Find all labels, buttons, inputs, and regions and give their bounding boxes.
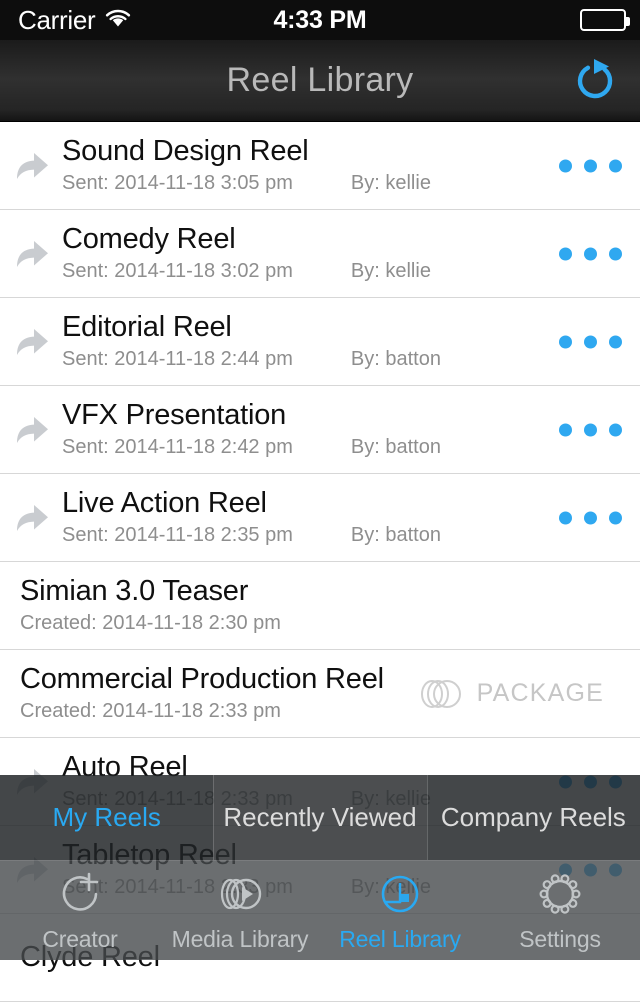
row-timestamp: Created: 2014-11-18 2:30 pm bbox=[20, 611, 281, 634]
status-badge: PACKAGE bbox=[416, 676, 604, 712]
row-meta: Sent: 2014-11-18 2:44 pm By: batton bbox=[62, 348, 632, 371]
row-timestamp: Sent: 2014-11-18 2:35 pm bbox=[62, 523, 293, 546]
refresh-button[interactable] bbox=[566, 52, 624, 110]
row-timestamp: Sent: 2014-11-18 3:05 pm bbox=[62, 171, 293, 194]
reel-circle-icon bbox=[376, 868, 424, 920]
row-author: By: batton bbox=[350, 523, 441, 546]
row-title: Live Action Reel bbox=[62, 487, 267, 520]
segment-label: My Reels bbox=[52, 802, 161, 832]
tab-settings[interactable]: Settings bbox=[480, 868, 640, 953]
row-menu-button[interactable] bbox=[559, 423, 622, 436]
package-discs-icon bbox=[420, 679, 461, 708]
table-row[interactable]: VFX Presentation Sent: 2014-11-18 2:42 pm… bbox=[0, 386, 640, 474]
row-meta: Sent: 2014-11-18 2:35 pm By: batton bbox=[62, 524, 632, 547]
share-arrow-icon bbox=[17, 504, 48, 531]
share-arrow-icon bbox=[17, 152, 48, 179]
status-bar: Carrier 4:33 PM bbox=[0, 0, 640, 40]
row-menu-button[interactable] bbox=[559, 511, 622, 524]
table-row[interactable]: Commercial Production Reel Created: 2014-… bbox=[0, 650, 640, 738]
row-title: VFX Presentation bbox=[62, 399, 287, 432]
gear-icon bbox=[539, 874, 581, 914]
badge-label: PACKAGE bbox=[476, 679, 604, 707]
share-arrow-icon bbox=[0, 146, 62, 186]
row-content: Comedy Reel Sent: 2014-11-18 3:02 pm By: k… bbox=[62, 224, 640, 282]
tab-bar[interactable]: Creator Media Library Reel Library Setti… bbox=[0, 860, 640, 960]
row-content: Sound Design Reel Sent: 2014-11-18 3:05 p… bbox=[62, 136, 640, 194]
share-arrow-icon bbox=[17, 240, 48, 267]
row-menu-button[interactable] bbox=[559, 247, 622, 260]
row-author: By: batton bbox=[350, 347, 441, 370]
tab-label: Creator bbox=[42, 926, 118, 952]
row-title: Simian 3.0 Teaser bbox=[20, 575, 249, 608]
tab-label: Media Library bbox=[171, 926, 309, 952]
segment-label: Company Reels bbox=[440, 802, 626, 832]
tab-reel-library[interactable]: Reel Library bbox=[320, 868, 480, 953]
row-content: Editorial Reel Sent: 2014-11-18 2:44 pm By… bbox=[62, 312, 640, 370]
row-timestamp: Sent: 2014-11-18 2:42 pm bbox=[62, 435, 293, 458]
row-timestamp: Sent: 2014-11-18 2:44 pm bbox=[62, 347, 293, 370]
row-author: By: batton bbox=[350, 435, 441, 458]
row-author: By: kellie bbox=[350, 171, 431, 194]
segmented-control[interactable]: My Reels Recently Viewed Company Reels bbox=[0, 775, 640, 860]
gear-icon bbox=[536, 868, 584, 920]
row-meta: Sent: 2014-11-18 2:42 pm By: batton bbox=[62, 436, 632, 459]
share-arrow-icon bbox=[17, 416, 48, 443]
row-timestamp: Created: 2014-11-18 2:33 pm bbox=[20, 699, 281, 722]
segment-recently-viewed[interactable]: Recently Viewed bbox=[213, 775, 427, 860]
stacked-discs-play-icon bbox=[220, 878, 262, 910]
table-row[interactable]: Editorial Reel Sent: 2014-11-18 2:44 pm By… bbox=[0, 298, 640, 386]
tab-media-library[interactable]: Media Library bbox=[160, 868, 320, 953]
tab-creator[interactable]: Creator bbox=[0, 868, 160, 953]
row-meta: Sent: 2014-11-18 3:02 pm By: kellie bbox=[62, 260, 632, 283]
tab-label: Reel Library bbox=[339, 926, 461, 952]
segment-label: Recently Viewed bbox=[223, 802, 417, 832]
navigation-bar: Reel Library bbox=[0, 40, 640, 122]
battery-full-icon bbox=[580, 9, 630, 31]
circle-plus-icon bbox=[62, 872, 99, 911]
segment-company-reels[interactable]: Company Reels bbox=[426, 775, 640, 860]
table-row[interactable]: Live Action Reel Sent: 2014-11-18 2:35 pm… bbox=[0, 474, 640, 562]
row-title: Sound Design Reel bbox=[62, 135, 309, 168]
page-title: Reel Library bbox=[226, 61, 414, 99]
circle-plus-icon bbox=[56, 868, 104, 920]
table-row[interactable]: Sound Design Reel Sent: 2014-11-18 3:05 p… bbox=[0, 122, 640, 210]
row-meta: Created: 2014-11-18 2:30 pm bbox=[20, 612, 632, 635]
status-bar-clock: 4:33 PM bbox=[273, 5, 367, 34]
row-content: VFX Presentation Sent: 2014-11-18 2:42 pm… bbox=[62, 400, 640, 458]
row-author: By: kellie bbox=[350, 259, 431, 282]
table-row[interactable]: Simian 3.0 Teaser Created: 2014-11-18 2:3… bbox=[0, 562, 640, 650]
stacked-discs-play-icon bbox=[212, 868, 268, 920]
row-menu-button[interactable] bbox=[559, 159, 622, 172]
table-row[interactable]: Comedy Reel Sent: 2014-11-18 3:02 pm By: k… bbox=[0, 210, 640, 298]
row-menu-button[interactable] bbox=[559, 335, 622, 348]
share-arrow-icon bbox=[0, 410, 62, 450]
row-meta: Sent: 2014-11-18 3:05 pm By: kellie bbox=[62, 172, 632, 195]
share-arrow-icon bbox=[0, 498, 62, 538]
tab-label: Settings bbox=[519, 926, 601, 952]
status-bar-right bbox=[580, 9, 630, 31]
row-content: Simian 3.0 Teaser Created: 2014-11-18 2:3… bbox=[20, 576, 640, 634]
share-arrow-icon bbox=[0, 322, 62, 362]
row-title: Comedy Reel bbox=[62, 223, 236, 256]
share-arrow-icon bbox=[17, 328, 48, 355]
row-timestamp: Sent: 2014-11-18 3:02 pm bbox=[62, 259, 293, 282]
reel-circle-icon bbox=[381, 875, 419, 913]
refresh-icon bbox=[577, 58, 613, 98]
share-arrow-icon bbox=[0, 234, 62, 274]
row-title: Editorial Reel bbox=[62, 311, 232, 344]
segment-my-reels[interactable]: My Reels bbox=[0, 775, 213, 860]
row-content: Live Action Reel Sent: 2014-11-18 2:35 pm… bbox=[62, 488, 640, 546]
